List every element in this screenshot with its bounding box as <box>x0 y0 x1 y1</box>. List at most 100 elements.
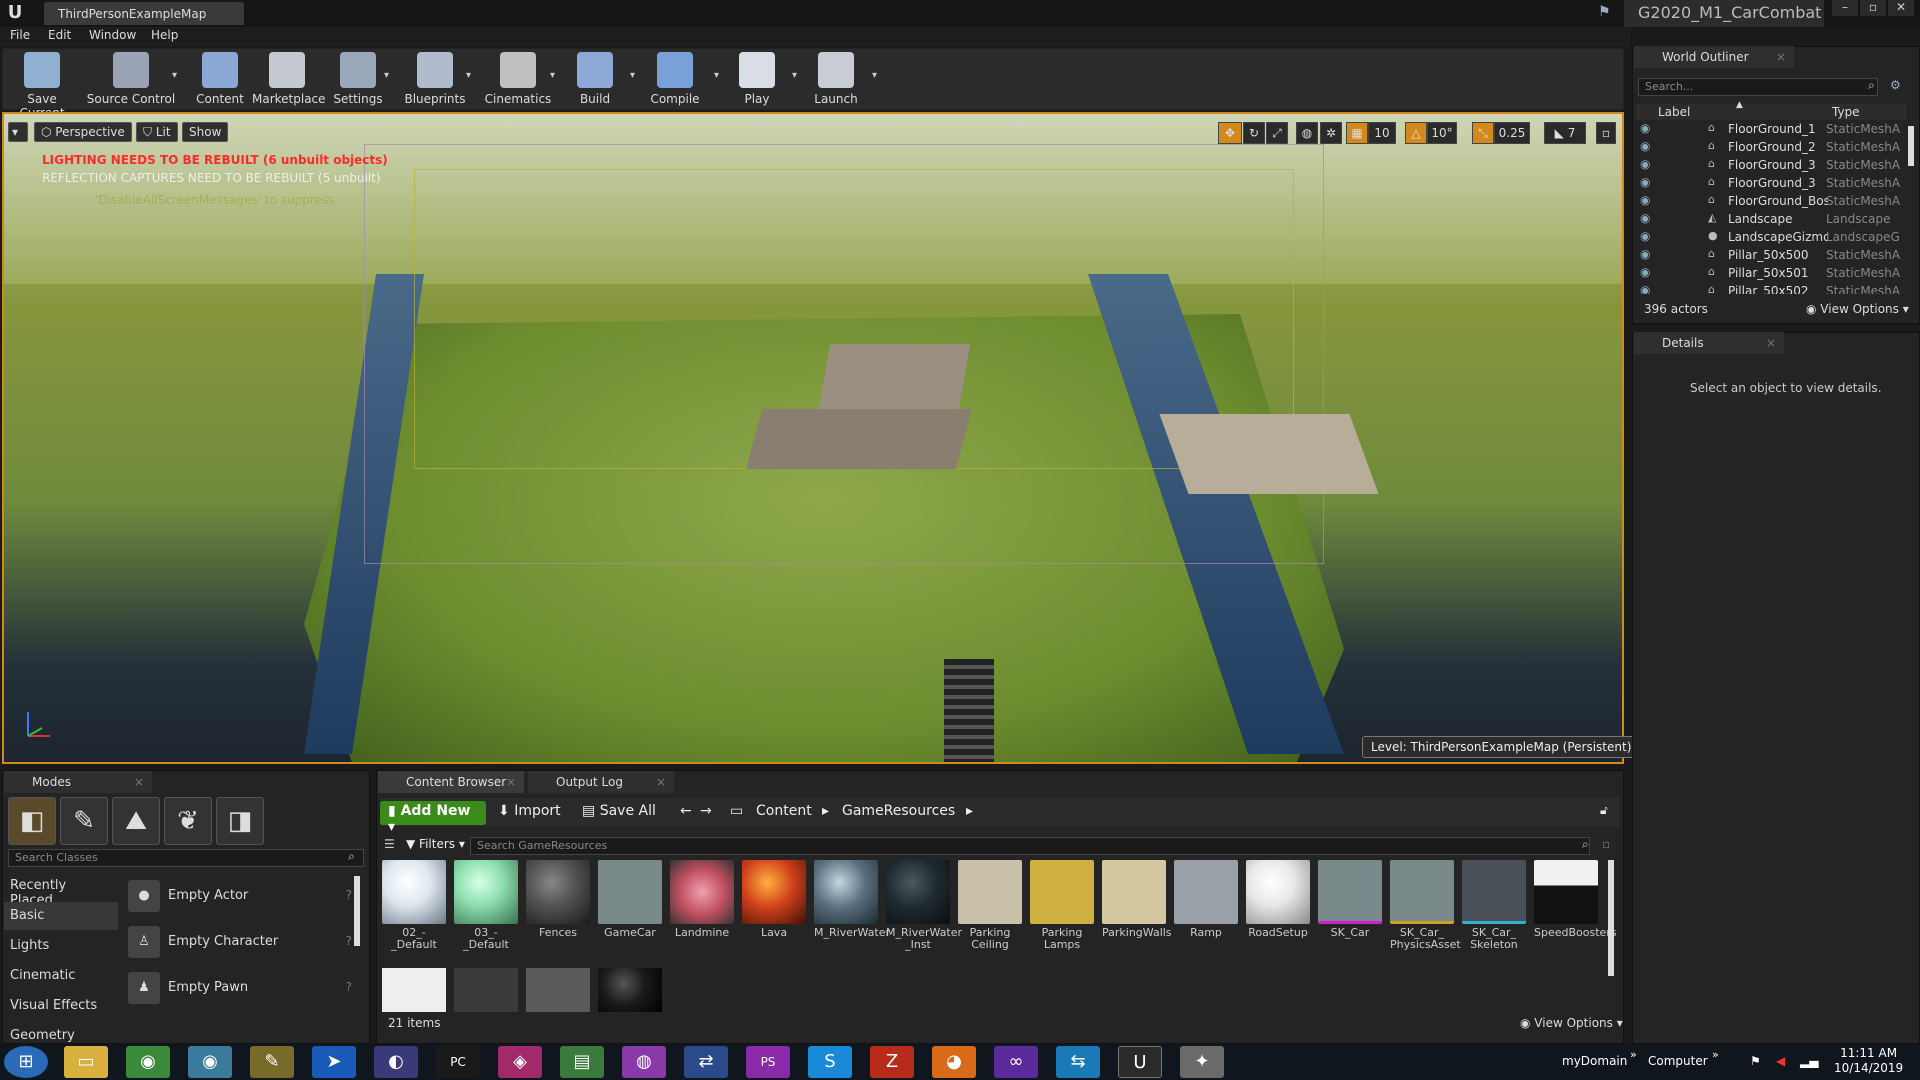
tray-domain[interactable]: myDomain <box>1562 1054 1627 1068</box>
category-lights[interactable]: Lights <box>4 932 118 960</box>
compile-button[interactable]: Compile <box>648 50 702 108</box>
modes-search-input[interactable]: Search Classes <box>8 849 364 867</box>
eye-icon[interactable]: ◉ <box>1640 211 1650 225</box>
cinematics-dropdown-icon[interactable]: ▾ <box>550 70 555 81</box>
add-new-button[interactable]: ▮ Add New ▾ <box>380 801 486 835</box>
paint-icon[interactable]: ✦ <box>1180 1046 1224 1078</box>
rotate-mode-icon[interactable]: ↻ <box>1243 122 1265 144</box>
volume-icon[interactable]: ◀ <box>1776 1054 1785 1068</box>
map-tab[interactable]: ThirdPersonExampleMap <box>44 2 244 25</box>
geometry-mode-icon[interactable]: ◨ <box>216 797 264 845</box>
level-viewport[interactable] <box>2 112 1624 764</box>
content-button[interactable]: Content <box>190 50 250 108</box>
sources-toggle-icon[interactable]: ☰ <box>384 837 395 851</box>
path-separator-icon[interactable]: ▸ <box>966 803 973 819</box>
viewport-options-dropdown[interactable]: ▾ <box>8 122 28 142</box>
close-icon[interactable]: × <box>506 775 516 789</box>
eye-icon[interactable]: ◉ <box>1640 265 1650 279</box>
col-type[interactable]: Type <box>1832 105 1860 119</box>
world-outliner-tab[interactable]: World Outliner × <box>1634 46 1794 68</box>
app-icon[interactable]: ➤ <box>312 1046 356 1078</box>
translate-mode-icon[interactable]: ✥ <box>1218 122 1242 144</box>
help-icon[interactable]: ? <box>346 888 352 902</box>
filezilla-icon[interactable]: Z <box>870 1046 914 1078</box>
compile-dropdown-icon[interactable]: ▾ <box>714 70 719 81</box>
category-geometry[interactable]: Geometry <box>4 1022 118 1042</box>
play-dropdown-icon[interactable]: ▾ <box>792 70 797 81</box>
toolbar-expand-icon[interactable]: » <box>1712 1048 1719 1061</box>
outliner-scrollbar[interactable] <box>1908 126 1914 166</box>
outliner-row[interactable]: ◉ ● LandscapeGizmoA LandscapeG <box>1636 228 1906 246</box>
path-content[interactable]: Content <box>756 803 812 819</box>
asset-tile[interactable] <box>598 968 662 1012</box>
asset-tile[interactable]: M_RiverWater <box>814 860 890 968</box>
asset-tile[interactable]: Parking Ceiling <box>958 860 1022 968</box>
help-icon[interactable]: ? <box>346 980 352 994</box>
asset-tile[interactable]: M_RiverWater _Inst <box>886 860 962 968</box>
asset-tile[interactable]: SpeedBoosters <box>1534 860 1617 968</box>
asset-tile[interactable]: SK_Car_ Skeleton <box>1462 860 1526 968</box>
lit-button[interactable]: ⛉ Lit <box>136 122 178 142</box>
content-browser-tab[interactable]: Content Browser × <box>378 771 524 793</box>
eye-icon[interactable]: ◉ <box>1640 121 1650 135</box>
grid-snap-value[interactable]: 10 <box>1368 122 1396 144</box>
visualstudio-icon[interactable]: ∞ <box>994 1046 1038 1078</box>
eye-icon[interactable]: ◉ <box>1640 157 1650 171</box>
maximize-button[interactable]: ▫ <box>1860 0 1886 16</box>
teamviewer-icon[interactable]: ⇆ <box>1056 1046 1100 1078</box>
asset-tile[interactable] <box>454 968 518 1012</box>
perspective-button[interactable]: ⬡ Perspective <box>34 122 132 142</box>
unity-icon[interactable]: ◈ <box>498 1046 542 1078</box>
asset-tile[interactable] <box>382 968 446 1012</box>
content-scrollbar[interactable] <box>1608 860 1614 976</box>
category-cinematic[interactable]: Cinematic <box>4 962 118 990</box>
details-tab[interactable]: Details × <box>1634 332 1784 354</box>
landscape-mode-icon[interactable]: ⛰ <box>112 797 160 845</box>
eye-icon[interactable]: ◉ <box>1640 193 1650 207</box>
tray-clock[interactable]: 11:11 AM 10/14/2019 <box>1834 1046 1903 1076</box>
filters-button[interactable]: ▼ Filters ▾ <box>406 837 465 851</box>
outliner-row[interactable]: ◉ ⌂ FloorGround_Boss StaticMeshA <box>1636 192 1906 210</box>
scale-mode-icon[interactable]: ⤢ <box>1266 122 1288 144</box>
source-control-button[interactable]: Source Control <box>86 50 176 108</box>
outliner-row[interactable]: ◉ ⌂ Pillar_50x500 StaticMeshA <box>1636 246 1906 264</box>
settings-button[interactable]: Settings <box>328 50 388 108</box>
content-view-options[interactable]: ◉ View Options ▾ <box>1520 1016 1623 1030</box>
play-button[interactable]: Play <box>734 50 780 108</box>
toolbar-expand-icon[interactable]: » <box>1630 1048 1637 1061</box>
network-signal-icon[interactable]: ▂▄ <box>1800 1054 1818 1068</box>
paint-mode-icon[interactable]: ✎ <box>60 797 108 845</box>
launch-dropdown-icon[interactable]: ▾ <box>872 70 877 81</box>
close-icon[interactable]: × <box>1766 336 1776 350</box>
help-icon[interactable]: ? <box>346 934 352 948</box>
save-all-button[interactable]: ▤ Save All <box>582 803 656 819</box>
github-icon[interactable]: ◍ <box>622 1046 666 1078</box>
blueprints-dropdown-icon[interactable]: ▾ <box>466 70 471 81</box>
unreal-icon[interactable]: U <box>1118 1046 1162 1078</box>
close-icon[interactable]: × <box>134 775 144 789</box>
close-icon[interactable]: × <box>1776 50 1786 64</box>
asset-tile[interactable]: ParkingWalls <box>1102 860 1172 968</box>
asset-tile[interactable]: 03_-_Default <box>454 860 518 968</box>
import-button[interactable]: ⬇ Import <box>498 803 561 819</box>
minimize-button[interactable]: – <box>1832 0 1858 16</box>
firefox-icon[interactable]: ◕ <box>932 1046 976 1078</box>
menu-window[interactable]: Window <box>89 28 136 42</box>
eye-icon[interactable]: ◉ <box>1640 175 1650 189</box>
chrome-icon[interactable]: ◉ <box>188 1046 232 1078</box>
scale-snap-icon[interactable]: ⤡ <box>1472 122 1494 144</box>
modes-scrollbar[interactable] <box>354 876 360 946</box>
close-icon[interactable]: × <box>656 775 666 789</box>
skype-icon[interactable]: S <box>808 1046 852 1078</box>
save-current-button[interactable]: Save Current <box>4 50 80 120</box>
outliner-row[interactable]: ◉ ⌂ Pillar_50x502 StaticMeshA <box>1636 282 1906 294</box>
rotation-snap-icon[interactable]: △ <box>1405 122 1427 144</box>
place-mode-icon[interactable]: ◧ <box>8 797 56 845</box>
notepad-icon[interactable]: ▤ <box>560 1046 604 1078</box>
outliner-search-input[interactable]: Search... <box>1638 78 1878 96</box>
col-label[interactable]: Label <box>1658 105 1690 119</box>
outliner-row[interactable]: ◉ ◭ Landscape Landscape <box>1636 210 1906 228</box>
output-log-tab[interactable]: Output Log × <box>528 771 674 793</box>
build-dropdown-icon[interactable]: ▾ <box>630 70 635 81</box>
surface-snap-icon[interactable]: ✲ <box>1320 122 1342 144</box>
